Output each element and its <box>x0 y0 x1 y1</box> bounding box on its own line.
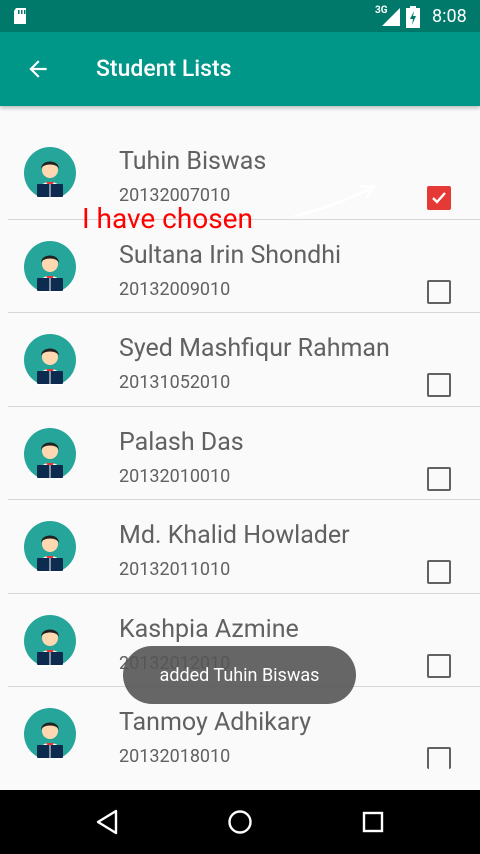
arrow-back-icon <box>29 60 47 78</box>
clock: 8:08 <box>432 6 467 27</box>
home-nav-button[interactable] <box>220 802 260 842</box>
annotation-arrow-icon <box>293 184 377 218</box>
student-reading-avatar-icon <box>24 614 76 667</box>
student-id: 20132010010 <box>119 465 231 487</box>
sd-card-icon <box>14 8 26 24</box>
student-name: Palash Das <box>119 427 244 457</box>
battery-charging-icon <box>406 6 420 28</box>
recents-nav-button[interactable] <box>353 802 393 842</box>
app-bar: Student Lists <box>0 32 480 106</box>
student-name: Md. Khalid Howlader <box>119 521 350 550</box>
student-reading-avatar-icon <box>24 427 76 480</box>
student-id: 20132018010 <box>119 746 231 767</box>
student-checkbox[interactable] <box>427 186 451 210</box>
navigation-bar <box>0 790 480 854</box>
student-id: 20131052010 <box>119 372 231 393</box>
student-checkbox[interactable] <box>427 279 451 304</box>
student-reading-avatar-icon <box>24 240 76 293</box>
student-name: Kashpia Azmine <box>119 614 299 644</box>
page-title: Student Lists <box>96 55 232 82</box>
list-item[interactable]: Palash Das 20132010010 <box>0 407 480 500</box>
student-checkbox[interactable] <box>427 560 451 584</box>
toast-message: added Tuhin Biswas <box>123 646 356 704</box>
student-name: Syed Mashfiqur Rahman <box>119 334 390 363</box>
student-name: Sultana Irin Shondhi <box>119 240 342 270</box>
circle-home-icon <box>228 810 252 834</box>
signal-icon <box>382 8 400 26</box>
status-bar: 3G 8:08 <box>0 0 480 32</box>
student-name: Tuhin Biswas <box>119 147 267 176</box>
student-id: 20132009010 <box>119 278 231 300</box>
student-reading-avatar-icon <box>24 708 76 760</box>
student-checkbox[interactable] <box>427 653 451 678</box>
student-id: 20132011010 <box>119 559 231 580</box>
checkmark-icon <box>432 192 446 204</box>
student-checkbox[interactable] <box>427 747 451 769</box>
student-checkbox[interactable] <box>427 373 451 397</box>
student-reading-avatar-icon <box>24 334 76 386</box>
annotation-text: I have chosen <box>82 202 253 235</box>
student-reading-avatar-icon <box>24 521 76 573</box>
triangle-back-icon <box>96 809 118 835</box>
student-reading-avatar-icon <box>24 147 76 199</box>
student-checkbox[interactable] <box>427 466 451 491</box>
student-name: Tanmoy Adhikary <box>119 708 312 737</box>
list-item[interactable]: Syed Mashfiqur Rahman 20131052010 <box>0 313 480 407</box>
back-nav-button[interactable] <box>87 802 127 842</box>
list-item[interactable]: Md. Khalid Howlader 20132011010 <box>0 500 480 594</box>
back-button[interactable] <box>16 45 60 93</box>
square-recents-icon <box>362 811 384 833</box>
